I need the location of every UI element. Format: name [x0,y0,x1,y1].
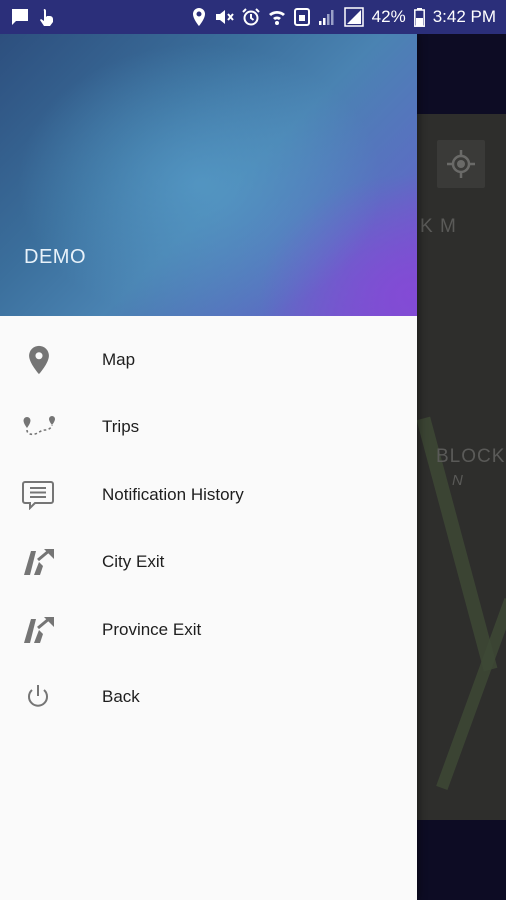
road-exit-icon [0,548,102,576]
location-icon [192,8,206,26]
menu-item-label: Trips [102,417,140,437]
battery-percent: 42% [371,7,406,26]
alarm-icon [241,8,260,26]
sim-icon [293,8,310,26]
menu-item-label: Province Exit [102,619,202,639]
map-pin-icon [0,343,102,377]
menu-item-notification-history[interactable]: Notification History [0,461,417,529]
navigation-drawer: DEMO Map Trips Notification History City… [0,34,417,900]
message-icon [0,480,102,510]
trip-route-icon [0,415,102,439]
battery-icon [413,7,425,27]
wifi-icon [268,8,286,26]
signal-box-icon [343,7,364,27]
menu-item-back[interactable]: Back [0,664,417,732]
crosshair-icon [447,150,475,178]
map-label: K M [420,216,457,237]
power-icon [0,681,102,713]
menu-item-label: Back [102,687,140,707]
menu-item-trips[interactable]: Trips [0,394,417,462]
mute-icon [214,8,234,26]
menu-item-label: Map [102,349,136,369]
map-label: BLOCK [436,446,506,467]
signal-icon [318,8,336,26]
menu-item-label: City Exit [102,552,165,572]
map-label: N [452,472,464,489]
status-right: 42% 3:42 PM [192,7,496,27]
clock: 3:42 PM [432,7,496,26]
drawer-header-title: DEMO [24,246,86,268]
drawer-header: DEMO [0,34,417,316]
menu-item-label: Notification History [102,484,244,504]
menu-item-map[interactable]: Map [0,326,417,394]
menu-item-city-exit[interactable]: City Exit [0,529,417,597]
status-left [10,8,54,26]
touch-gesture-icon [38,8,54,26]
road-exit-icon [0,616,102,644]
chat-notification-icon [10,8,30,26]
drawer-menu: Map Trips Notification History City Exit… [0,316,417,731]
menu-item-province-exit[interactable]: Province Exit [0,596,417,664]
status-bar: 42% 3:42 PM [0,0,506,34]
my-location-button[interactable] [437,140,485,188]
